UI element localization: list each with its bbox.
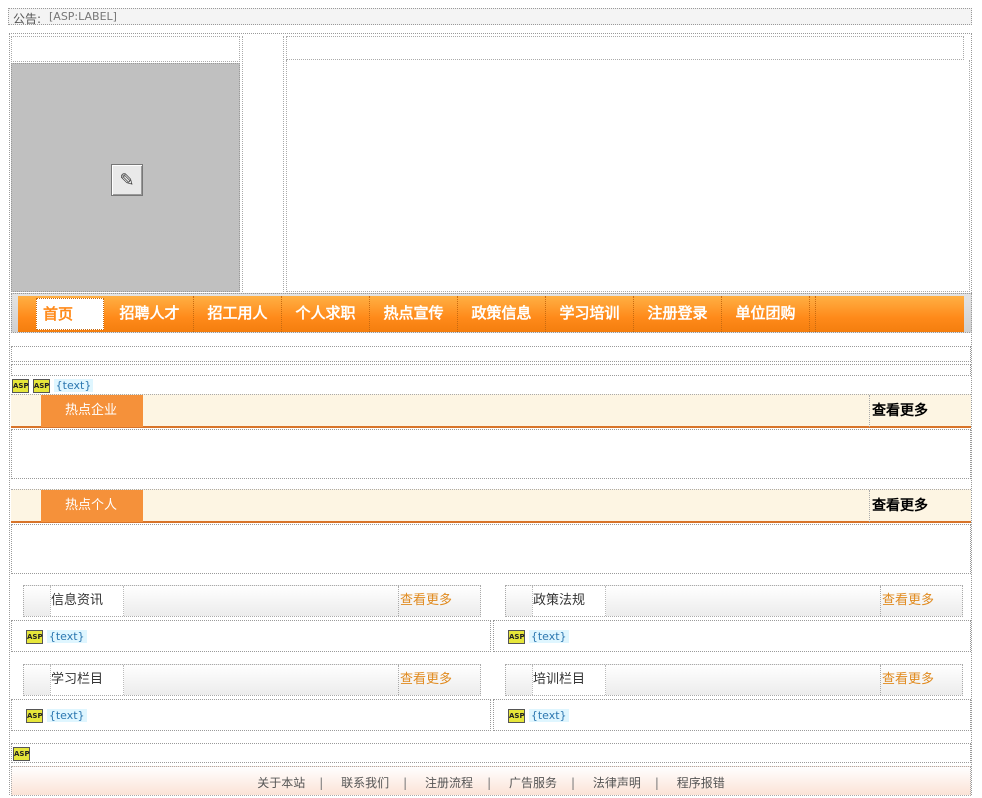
- spacer-strip-2: [11, 364, 971, 376]
- main-nav: 首页 招聘人才 招工用人 个人求职 热点宣传 政策信息 学习培训 注册登录 单位…: [18, 296, 964, 332]
- asp-control-icon: ASP: [508, 629, 525, 644]
- panel-news-body: ASP {text}: [11, 620, 491, 652]
- more-link-policy[interactable]: 查看更多: [880, 586, 964, 616]
- footer-links: 关于本站 | 联系我们 | 注册流程 | 广告服务 | 法律声明 | 程序报错: [12, 774, 970, 791]
- panel-policy-body: ASP {text}: [493, 620, 971, 652]
- text-placeholder: {text}: [528, 630, 569, 643]
- banner-area: [286, 60, 970, 292]
- footer-separator: |: [570, 776, 575, 790]
- panel-study-title: 学习栏目: [50, 665, 124, 695]
- text-placeholder: {text}: [46, 709, 87, 722]
- panel-training: 培训栏目 查看更多 ASP {text}: [493, 663, 971, 732]
- asp-control-icon: ASP: [26, 629, 43, 644]
- nav-item-training[interactable]: 学习培训: [546, 296, 634, 332]
- more-link-news[interactable]: 查看更多: [398, 586, 482, 616]
- flash-placeholder[interactable]: ✎: [11, 63, 240, 292]
- notice-value: [ASP:LABEL]: [49, 10, 117, 23]
- nav-item-home[interactable]: 首页: [36, 298, 104, 330]
- panel-policy-title: 政策法规: [532, 586, 606, 616]
- footer-separator: |: [319, 776, 324, 790]
- nav-item-hot-promo[interactable]: 热点宣传: [370, 296, 458, 332]
- bottom-control-strip: ASP: [11, 743, 971, 763]
- panel-news: 信息资讯 查看更多 ASP {text}: [11, 584, 491, 653]
- footer: 关于本站 | 联系我们 | 注册流程 | 广告服务 | 法律声明 | 程序报错: [11, 766, 971, 796]
- nav-item-policy-info[interactable]: 政策信息: [458, 296, 546, 332]
- section-hot-individuals-header: 热点个人 查看更多: [11, 489, 971, 523]
- panel-training-header: 培训栏目 查看更多: [505, 664, 963, 696]
- panel-news-header: 信息资讯 查看更多: [23, 585, 481, 617]
- asp-control-icon: ASP: [12, 378, 29, 393]
- asp-control-icon: ASP: [13, 747, 30, 761]
- more-link-hot-individuals[interactable]: 查看更多: [869, 490, 928, 522]
- more-link-training[interactable]: 查看更多: [880, 665, 964, 695]
- section-tab-hot-individuals[interactable]: 热点个人: [41, 490, 143, 522]
- panel-training-body: ASP {text}: [493, 699, 971, 731]
- gap-column: [242, 36, 284, 292]
- footer-separator: |: [487, 776, 492, 790]
- nav-item-job-seeking[interactable]: 个人求职: [282, 296, 370, 332]
- footer-separator: |: [654, 776, 659, 790]
- banner-top-strip: [286, 36, 964, 60]
- panel-policy-header: 政策法规 查看更多: [505, 585, 963, 617]
- panel-study: 学习栏目 查看更多 ASP {text}: [11, 663, 491, 732]
- text-placeholder: {text}: [46, 630, 87, 643]
- text-placeholder: {text}: [528, 709, 569, 722]
- nav-divider: [810, 296, 816, 332]
- asp-control-icon: ASP: [32, 378, 50, 393]
- footer-link-about[interactable]: 关于本站: [257, 776, 305, 790]
- notice-label: 公告:: [13, 12, 42, 26]
- more-link-study[interactable]: 查看更多: [398, 665, 482, 695]
- panel-study-body: ASP {text}: [11, 699, 491, 731]
- top-left-strip: [11, 36, 240, 62]
- panel-training-title: 培训栏目: [532, 665, 606, 695]
- spacer-strip-1: [11, 346, 971, 362]
- section-tab-hot-companies[interactable]: 热点企业: [41, 395, 143, 427]
- nav-item-register-login[interactable]: 注册登录: [634, 296, 722, 332]
- asp-control-icon: ASP: [508, 708, 525, 723]
- section-hot-companies-header: 热点企业 查看更多: [11, 394, 971, 428]
- footer-link-register-flow[interactable]: 注册流程: [425, 776, 473, 790]
- panel-news-title: 信息资讯: [50, 586, 124, 616]
- text-placeholder: {text}: [53, 379, 94, 392]
- footer-separator: |: [403, 776, 408, 790]
- nav-item-recruit-talent[interactable]: 招聘人才: [106, 296, 194, 332]
- section-hot-individuals-body: [11, 524, 971, 574]
- nav-item-group-buy[interactable]: 单位团购: [722, 296, 810, 332]
- footer-link-legal[interactable]: 法律声明: [593, 776, 641, 790]
- footer-link-bug-report[interactable]: 程序报错: [677, 776, 725, 790]
- footer-link-ads[interactable]: 广告服务: [509, 776, 557, 790]
- asp-control-icon: ASP: [26, 708, 43, 723]
- asp-control-row: ASP ASP {text}: [12, 378, 94, 393]
- notice-bar: 公告: [ASP:LABEL]: [8, 8, 972, 26]
- more-link-hot-companies[interactable]: 查看更多: [869, 395, 928, 427]
- nav-item-hire-workers[interactable]: 招工用人: [194, 296, 282, 332]
- panel-study-header: 学习栏目 查看更多: [23, 664, 481, 696]
- section-hot-companies-body: [11, 429, 971, 479]
- flash-placeholder-icon: ✎: [111, 164, 143, 196]
- panel-policy: 政策法规 查看更多 ASP {text}: [493, 584, 971, 653]
- footer-link-contact[interactable]: 联系我们: [341, 776, 389, 790]
